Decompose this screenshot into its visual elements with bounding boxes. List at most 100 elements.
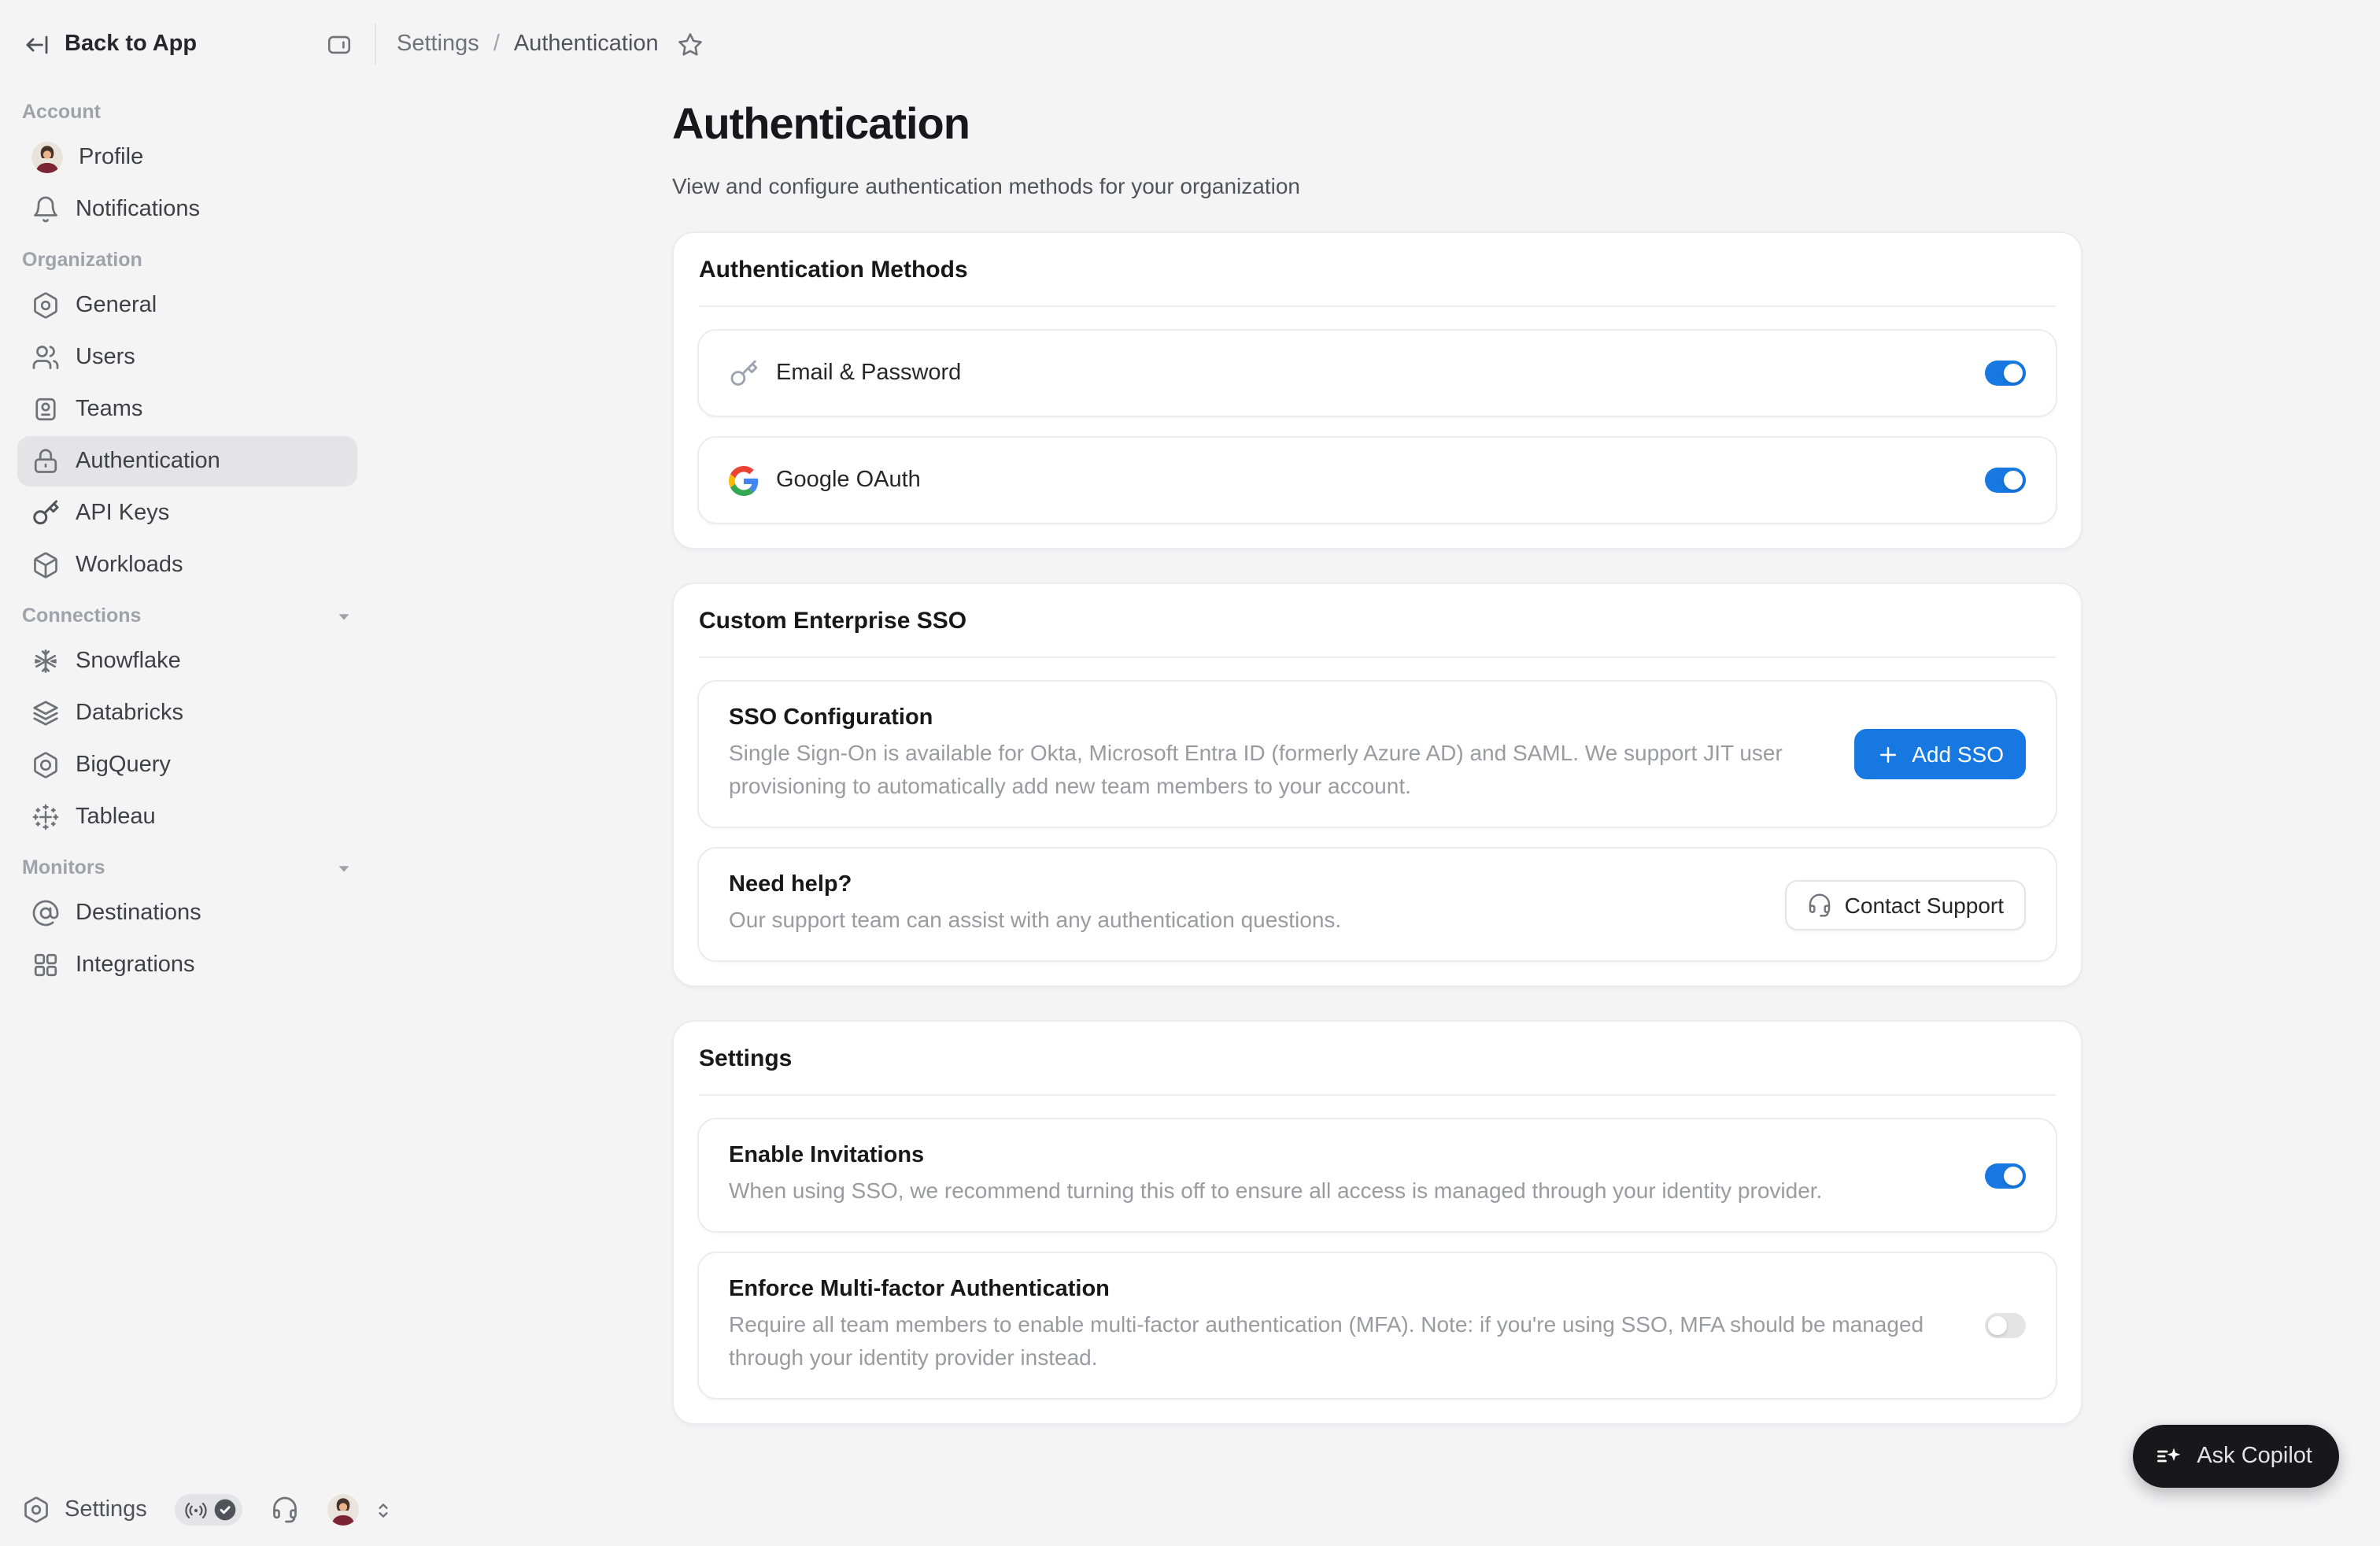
sidebar-item-label: Users <box>76 345 135 370</box>
sidebar-panel-toggle-icon[interactable] <box>326 31 353 57</box>
sso-configuration-row: SSO Configuration Single Sign-On is avai… <box>697 680 2057 828</box>
footer-settings-label[interactable]: Settings <box>65 1497 147 1522</box>
hexagon-nut-icon <box>31 291 60 320</box>
snowflake-icon <box>31 647 60 675</box>
row-description: When using SSO, we recommend turning thi… <box>729 1178 1823 1203</box>
method-label: Google OAuth <box>776 468 921 493</box>
sidebar-item-api-keys[interactable]: API Keys <box>17 488 357 538</box>
card-header: Settings <box>699 1045 793 1072</box>
favorite-star-icon[interactable] <box>678 31 704 57</box>
sidebar-item-snowflake[interactable]: Snowflake <box>17 636 357 686</box>
enforce-mfa-row: Enforce Multi-factor Authentication Requ… <box>697 1252 2057 1400</box>
row-title: Enforce Multi-factor Authentication <box>729 1277 1110 1302</box>
at-sign-icon <box>31 899 60 927</box>
sidebar-item-tableau[interactable]: Tableau <box>17 792 357 842</box>
lock-icon <box>31 447 60 475</box>
breadcrumb-settings[interactable]: Settings <box>397 31 479 57</box>
profile-avatar <box>31 142 63 173</box>
check-circle-icon <box>213 1497 238 1522</box>
hexagon-nut-icon <box>31 751 60 779</box>
sidebar-item-notifications[interactable]: Notifications <box>17 184 357 235</box>
chevron-down-icon <box>335 859 353 876</box>
headset-icon[interactable] <box>272 1496 300 1524</box>
card-settings: Settings Enable Invitations When using S… <box>672 1020 2082 1425</box>
sidebar-item-integrations[interactable]: Integrations <box>17 940 357 990</box>
row-title: Enable Invitations <box>729 1143 925 1168</box>
settings-hexagon-icon[interactable] <box>22 1496 50 1524</box>
breadcrumb-authentication[interactable]: Authentication <box>514 31 659 57</box>
sidebar-section-connections[interactable]: Connections <box>17 592 357 636</box>
id-badge-icon <box>31 395 60 423</box>
method-label: Email & Password <box>776 361 962 386</box>
sidebar-item-label: Profile <box>79 145 144 170</box>
copilot-sparkle-icon <box>2154 1442 2182 1470</box>
method-row-email-password: Email & Password <box>697 329 2057 417</box>
topbar-divider <box>375 24 376 65</box>
sidebar-item-label: Destinations <box>76 901 201 926</box>
key-icon <box>31 499 60 527</box>
row-title: Need help? <box>729 872 852 897</box>
sidebar-item-bigquery[interactable]: BigQuery <box>17 740 357 790</box>
sidebar-nav: Account Profile Notifications Organizati… <box>17 88 357 1474</box>
sidebar-item-label: Tableau <box>76 804 156 830</box>
sidebar-section-account: Account <box>22 101 101 123</box>
sidebar-item-users[interactable]: Users <box>17 332 357 383</box>
row-description: Our support team can assist with any aut… <box>729 907 1342 932</box>
sidebar-item-profile[interactable]: Profile <box>17 132 357 183</box>
sidebar: Account Profile Notifications Organizati… <box>0 88 389 1546</box>
breadcrumb: Settings / Authentication <box>397 31 704 57</box>
breadcrumb-separator: / <box>493 31 500 57</box>
add-sso-label: Add SSO <box>1912 742 2004 767</box>
grid-icon <box>31 951 60 979</box>
back-to-app-label: Back to App <box>65 31 198 57</box>
enable-invitations-toggle[interactable] <box>1985 1163 2026 1188</box>
sidebar-item-databricks[interactable]: Databricks <box>17 688 357 738</box>
sidebar-item-label: Snowflake <box>76 649 181 674</box>
card-header: Authentication Methods <box>699 257 968 283</box>
sidebar-item-label: Databricks <box>76 701 183 726</box>
user-avatar[interactable] <box>327 1494 360 1526</box>
row-description: Require all team members to enable multi… <box>729 1311 1924 1370</box>
page-subtitle: View and configure authentication method… <box>672 173 1300 198</box>
chevron-down-icon <box>335 607 353 624</box>
google-icon <box>729 465 759 495</box>
sidebar-section-organization: Organization <box>22 249 142 271</box>
sidebar-footer: Settings <box>17 1474 389 1546</box>
bell-icon <box>31 195 60 224</box>
ask-copilot-button[interactable]: Ask Copilot <box>2132 1425 2339 1488</box>
add-sso-button[interactable]: Add SSO <box>1853 729 2026 779</box>
google-oauth-toggle[interactable] <box>1985 468 2026 493</box>
card-custom-enterprise-sso: Custom Enterprise SSO SSO Configuration … <box>672 583 2082 987</box>
sidebar-item-label: API Keys <box>76 501 170 526</box>
sidebar-item-general[interactable]: General <box>17 280 357 331</box>
tableau-icon <box>31 803 60 831</box>
layers-icon <box>31 699 60 727</box>
sidebar-item-workloads[interactable]: Workloads <box>17 540 357 590</box>
sidebar-section-monitors[interactable]: Monitors <box>17 844 357 888</box>
sidebar-item-label: Integrations <box>76 952 195 978</box>
sidebar-item-authentication[interactable]: Authentication <box>17 436 357 486</box>
radio-waves-icon <box>185 1498 209 1522</box>
ask-copilot-label: Ask Copilot <box>2197 1444 2312 1469</box>
connection-status-pill[interactable] <box>175 1494 243 1526</box>
enforce-mfa-toggle[interactable] <box>1985 1313 2026 1338</box>
topbar-left: Back to App <box>0 31 375 57</box>
sidebar-item-destinations[interactable]: Destinations <box>17 888 357 938</box>
row-title: SSO Configuration <box>729 705 933 730</box>
enable-invitations-row: Enable Invitations When using SSO, we re… <box>697 1118 2057 1233</box>
main-panel: Authentication View and configure authen… <box>375 88 2380 1546</box>
app-root: Back to App Settings / Authentication Ac… <box>0 0 2380 1546</box>
email-password-toggle[interactable] <box>1985 361 2026 386</box>
arrow-left-from-line-icon <box>24 31 50 57</box>
sidebar-item-label: Authentication <box>76 449 220 474</box>
method-row-google-oauth: Google OAuth <box>697 436 2057 524</box>
row-description: Single Sign-On is available for Okta, Mi… <box>729 740 1783 798</box>
contact-support-button[interactable]: Contact Support <box>1784 879 2026 930</box>
plus-icon <box>1876 742 1899 766</box>
sidebar-item-label: BigQuery <box>76 753 171 778</box>
back-to-app-button[interactable]: Back to App <box>24 31 197 57</box>
page-title: Authentication <box>672 99 970 148</box>
sidebar-item-teams[interactable]: Teams <box>17 384 357 435</box>
sidebar-item-label: Workloads <box>76 553 183 578</box>
top-bar: Back to App Settings / Authentication <box>0 0 2380 88</box>
